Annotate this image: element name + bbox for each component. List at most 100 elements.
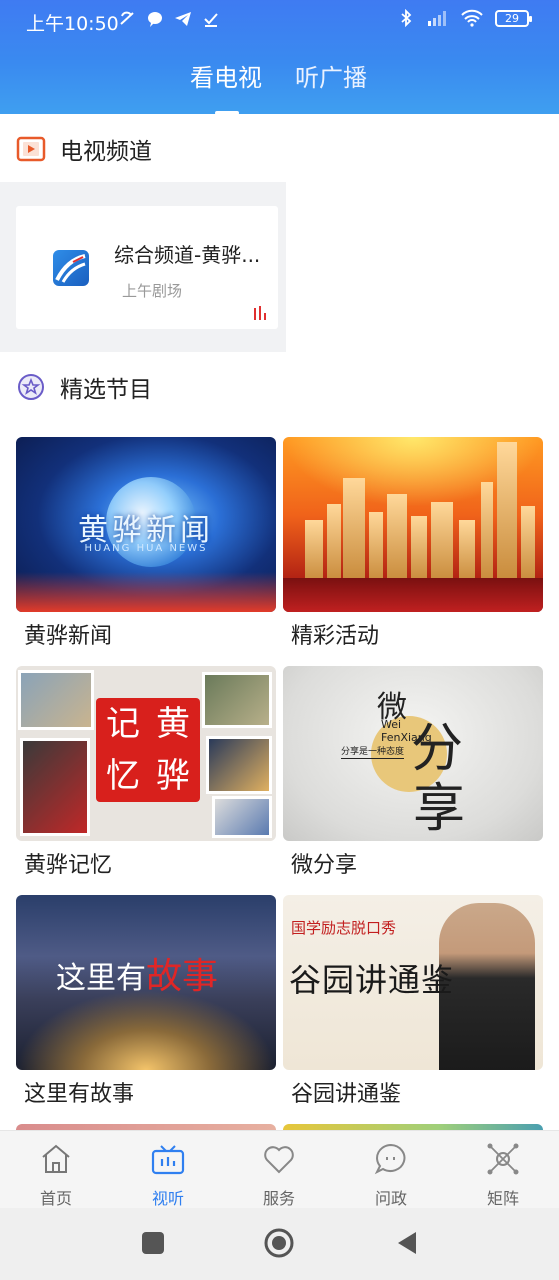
memory-seal: 记 黄 忆 骅: [96, 698, 200, 802]
collage-photo: [20, 738, 90, 836]
nav-label: 矩阵: [486, 1189, 519, 1208]
nav-item-service[interactable]: 服务: [229, 1131, 329, 1209]
tv-section-title: 电视频道: [60, 139, 152, 165]
nav-label: 首页: [39, 1189, 72, 1208]
program-label: 谷园讲通鉴: [291, 1082, 402, 1107]
nav-item-av[interactable]: 视听: [118, 1131, 218, 1209]
thumbnail-title-b: 故事: [146, 956, 219, 997]
building: [497, 442, 517, 582]
featured-section-title: 精选节目: [60, 377, 152, 403]
seal-char: 骅: [156, 756, 190, 796]
thumbnail-subtitle: HUANG HUA NEWS: [84, 543, 208, 554]
collage-photo: [206, 736, 272, 794]
nav-item-matrix[interactable]: 矩阵: [453, 1131, 553, 1209]
road-graphic: [283, 578, 543, 612]
seal-char: 记: [106, 704, 140, 744]
telegram-icon: [175, 12, 191, 26]
chat-icon: [374, 1143, 406, 1175]
city-lights: [16, 990, 276, 1070]
star-badge-icon: [18, 374, 44, 400]
status-right-icons: 29: [397, 9, 532, 27]
building: [411, 516, 427, 582]
collage-photo: [202, 672, 272, 728]
system-nav-bar: [0, 1208, 559, 1280]
matrix-icon: [487, 1143, 519, 1175]
nav-label: 视听: [151, 1189, 184, 1208]
thumbnail-english: Wei FenXiang: [381, 718, 432, 744]
channel-program: 上午剧场: [122, 282, 183, 300]
app-header: 上午10:50 29 看电视 听广播: [0, 0, 559, 115]
download-done-icon: [204, 13, 218, 27]
thumbnail-english-line: FenXiang: [381, 731, 432, 744]
signal-icon: [428, 11, 446, 26]
recents-button-icon[interactable]: [140, 1230, 166, 1256]
thumbnail-english-line: Wei: [381, 718, 402, 731]
status-left-icons: [118, 10, 220, 28]
bluetooth-icon: [401, 9, 412, 27]
featured-section-header: 精选节目: [16, 370, 152, 404]
tv-play-icon: [16, 136, 46, 162]
thumbnail-glow: [16, 572, 276, 612]
battery-indicator: 29: [495, 9, 532, 27]
nav-label: 问政: [374, 1189, 407, 1208]
tab-listen-radio[interactable]: 听广播: [295, 58, 367, 93]
wifi-icon: [461, 9, 483, 27]
message-icon: [148, 12, 162, 27]
seal-char: 黄: [156, 704, 190, 744]
building: [343, 478, 365, 582]
bottom-nav: 首页 视听 服务 问政 矩阵: [0, 1130, 559, 1208]
status-time: 上午10:50: [26, 13, 119, 35]
home-button-icon[interactable]: [264, 1228, 294, 1258]
program-thumbnail: 微 分 享 Wei FenXiang 分享是一种态度: [283, 666, 543, 841]
status-bar: 上午10:50 29: [0, 0, 559, 42]
thumbnail-title-a: 这里有: [56, 961, 146, 996]
program-label: 这里有故事: [24, 1082, 135, 1107]
tab-watch-tv[interactable]: 看电视: [190, 58, 262, 93]
program-thumbnail: 国学励志脱口秀 谷园讲通鉴: [283, 895, 543, 1070]
building: [327, 504, 341, 582]
program-label: 黄骅记忆: [24, 853, 113, 878]
building: [369, 512, 383, 582]
building: [481, 482, 493, 582]
live-playing-icon: [254, 306, 266, 320]
thumbnail-tagline: 国学励志脱口秀: [291, 919, 397, 937]
heart-icon: [264, 1146, 294, 1174]
thumbnail-title: 谷园讲通鉴: [289, 961, 455, 999]
building: [305, 520, 323, 582]
collage-photo: [18, 670, 94, 730]
program-label: 精彩活动: [291, 624, 380, 649]
mute-icon: [120, 11, 134, 25]
nav-item-inquiry[interactable]: 问政: [341, 1131, 441, 1209]
program-thumbnail: 记 黄 忆 骅: [16, 666, 276, 841]
program-card-activities[interactable]: 精彩活动: [283, 437, 543, 649]
thumbnail-slogan: 分享是一种态度: [341, 744, 405, 759]
program-label: 黄骅新闻: [24, 624, 113, 649]
program-thumbnail: 这里有故事: [16, 895, 276, 1070]
channel-name: 综合频道-黄骅...: [114, 243, 261, 267]
program-card-micro-share[interactable]: 微 分 享 Wei FenXiang 分享是一种态度 微分享: [283, 666, 543, 878]
program-card-huanghua-news[interactable]: 黄骅新闻 HUANG HUA NEWS 黄骅新闻: [16, 437, 276, 649]
building: [521, 506, 535, 582]
building: [387, 494, 407, 582]
program-thumbnail: [283, 437, 543, 612]
top-tabs: 看电视 听广播: [0, 56, 559, 100]
back-button-icon[interactable]: [394, 1230, 420, 1256]
channel-list: 综合频道-黄骅... 上午剧场: [0, 182, 286, 352]
program-card-guyuan[interactable]: 国学励志脱口秀 谷园讲通鉴 谷园讲通鉴: [283, 895, 543, 1107]
channel-card[interactable]: 综合频道-黄骅... 上午剧场: [16, 206, 278, 329]
program-card-huanghua-memory[interactable]: 记 黄 忆 骅 黄骅记忆: [16, 666, 276, 878]
seal-char: 忆: [106, 756, 140, 796]
program-thumbnail: 黄骅新闻 HUANG HUA NEWS: [16, 437, 276, 612]
building: [459, 520, 475, 582]
collage-photo: [212, 796, 272, 838]
active-tab-indicator: [215, 111, 239, 115]
thumbnail-char: 享: [413, 779, 466, 839]
home-icon: [42, 1144, 70, 1173]
thumbnail-title: 这里有故事: [56, 947, 218, 999]
program-card-stories[interactable]: 这里有故事 这里有故事: [16, 895, 276, 1107]
channel-logo: [53, 250, 89, 286]
nav-item-home[interactable]: 首页: [6, 1131, 106, 1209]
tv-icon: [151, 1145, 185, 1175]
nav-label: 服务: [262, 1189, 295, 1208]
channel-logo-icon: [55, 254, 86, 283]
